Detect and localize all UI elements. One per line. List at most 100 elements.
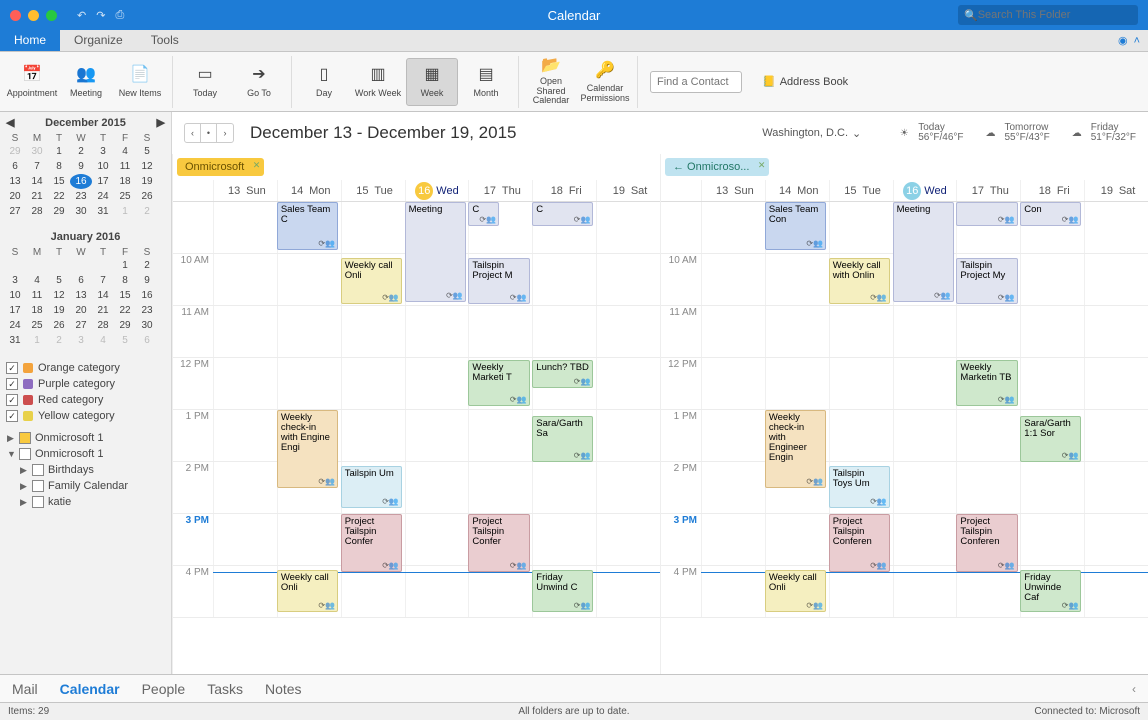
find-contact-input[interactable]: [650, 71, 742, 93]
mini-cal-day[interactable]: 21: [92, 303, 114, 318]
mini-cal-day[interactable]: 20: [70, 303, 92, 318]
window-minimize-button[interactable]: [28, 10, 39, 21]
tab-home[interactable]: Home: [0, 30, 60, 51]
day-header[interactable]: 18Fri: [1020, 180, 1084, 201]
calendar-event[interactable]: Meeting⟳👥: [405, 202, 466, 302]
mini-cal-day[interactable]: 6: [70, 273, 92, 288]
mini-cal-day[interactable]: 30: [136, 318, 158, 333]
mini-cal-day[interactable]: 6: [4, 159, 26, 174]
mini-cal-day[interactable]: 10: [92, 159, 114, 174]
module-mail[interactable]: Mail: [12, 681, 38, 697]
mini-cal-day[interactable]: 28: [92, 318, 114, 333]
mini-cal-day[interactable]: 27: [70, 318, 92, 333]
category-checkbox[interactable]: [6, 410, 18, 422]
module-notes[interactable]: Notes: [265, 681, 302, 697]
calendar-event[interactable]: Project Tailspin Conferen⟳👥: [956, 514, 1017, 572]
search-input[interactable]: [978, 9, 1132, 21]
mini-cal-day[interactable]: 1: [114, 204, 136, 219]
mini-cal-day[interactable]: 15: [114, 288, 136, 303]
mini-cal-day[interactable]: 29: [4, 144, 26, 159]
mini-cal-day[interactable]: 7: [92, 273, 114, 288]
module-people[interactable]: People: [142, 681, 186, 697]
mini-cal-day[interactable]: 1: [114, 258, 136, 273]
mini-cal-day[interactable]: 7: [26, 159, 48, 174]
mini-cal-next[interactable]: ▶: [157, 116, 165, 129]
nav-today-dot[interactable]: •: [201, 124, 217, 142]
day-header[interactable]: 13Sun: [213, 180, 277, 201]
folder-checkbox[interactable]: [19, 432, 31, 444]
calendar-event[interactable]: Project Tailspin Confer⟳👥: [341, 514, 402, 572]
calendar-event[interactable]: Sara/Garth Sa⟳👥: [532, 416, 593, 462]
window-close-button[interactable]: [10, 10, 21, 21]
mini-cal-day[interactable]: 8: [48, 159, 70, 174]
calendar-event[interactable]: Sara/Garth 1:1 Sor⟳👥: [1020, 416, 1081, 462]
day-header[interactable]: 17Thu: [956, 180, 1020, 201]
day-header[interactable]: 16Wed: [893, 180, 957, 201]
location-label[interactable]: Washington, D.C.⌄: [762, 127, 861, 140]
day-header[interactable]: 13Sun: [701, 180, 765, 201]
calendar-event[interactable]: Tailspin Um⟳👥: [341, 466, 402, 508]
mini-cal-day[interactable]: 19: [136, 174, 158, 189]
mini-cal-day[interactable]: 2: [136, 204, 158, 219]
mini-cal-day[interactable]: 25: [114, 189, 136, 204]
day-header[interactable]: 14Mon: [277, 180, 341, 201]
calendar-event[interactable]: Tailspin Project My⟳👥: [956, 258, 1017, 304]
pane-close-icon[interactable]: ✕: [758, 160, 766, 171]
folder-node[interactable]: ▶Onmicrosoft 1: [4, 430, 167, 446]
calendar-event[interactable]: Weekly call with Onlin⟳👥: [829, 258, 890, 304]
ribbon-collapse-icon[interactable]: ˄: [1134, 35, 1140, 47]
folder-child[interactable]: ▶Birthdays: [4, 462, 167, 478]
print-icon[interactable]: ⎙: [115, 9, 124, 22]
calendar-event[interactable]: Project Tailspin Conferen⟳👥: [829, 514, 890, 572]
mini-cal-day[interactable]: 4: [114, 144, 136, 159]
pane-close-icon[interactable]: ✕: [253, 160, 261, 171]
mini-cal-day[interactable]: 13: [70, 288, 92, 303]
mini-cal-day[interactable]: 18: [114, 174, 136, 189]
ribbon-new-items[interactable]: 📄New Items: [114, 58, 166, 106]
module-more[interactable]: ‹: [1132, 682, 1136, 696]
day-header[interactable]: 15Tue: [341, 180, 405, 201]
calendar-event[interactable]: Tailspin Toys Um⟳👥: [829, 466, 890, 508]
ribbon-permissions[interactable]: 🔑Calendar Permissions: [579, 58, 631, 106]
category-item[interactable]: Purple category: [6, 376, 165, 392]
category-checkbox[interactable]: [6, 362, 18, 374]
category-item[interactable]: Yellow category: [6, 408, 165, 424]
calendar-grid[interactable]: 10 AM11 AM12 PM1 PM2 PM3 PM4 PMSales Tea…: [661, 202, 1148, 674]
calendar-event[interactable]: Weekly Marketi T⟳👥: [468, 360, 529, 406]
mini-cal-day[interactable]: 12: [48, 288, 70, 303]
category-checkbox[interactable]: [6, 378, 18, 390]
calendar-event[interactable]: Weekly call Onli⟳👥: [765, 570, 826, 612]
mini-cal-day[interactable]: 5: [136, 144, 158, 159]
mini-cal-day[interactable]: 2: [48, 333, 70, 348]
mini-cal-day[interactable]: 11: [26, 288, 48, 303]
folder-checkbox[interactable]: [32, 480, 44, 492]
mini-cal-day[interactable]: 29: [114, 318, 136, 333]
mini-cal-day[interactable]: 1: [26, 333, 48, 348]
mini-cal-day[interactable]: 18: [26, 303, 48, 318]
ribbon-week[interactable]: ▦Week: [406, 58, 458, 106]
nav-next[interactable]: ›: [217, 124, 233, 142]
calendar-event[interactable]: Con⟳👥: [1020, 202, 1081, 226]
tab-organize[interactable]: Organize: [60, 30, 137, 51]
mini-cal-day[interactable]: 25: [26, 318, 48, 333]
mini-cal-day[interactable]: 9: [136, 273, 158, 288]
search-container[interactable]: 🔍: [958, 5, 1138, 25]
mini-cal-day[interactable]: 3: [92, 144, 114, 159]
calendar-event[interactable]: Friday Unwinde Caf⟳👥: [1020, 570, 1081, 612]
mini-cal-day[interactable]: 3: [4, 273, 26, 288]
mini-cal-day[interactable]: 14: [92, 288, 114, 303]
mini-cal-day[interactable]: 2: [136, 258, 158, 273]
ribbon-today[interactable]: ▭Today: [179, 58, 231, 106]
day-header[interactable]: 17Thu: [468, 180, 532, 201]
mini-cal-day[interactable]: 8: [114, 273, 136, 288]
mini-cal-day[interactable]: 29: [48, 204, 70, 219]
mini-cal-day[interactable]: 11: [114, 159, 136, 174]
calendar-event[interactable]: Tailspin Project M⟳👥: [468, 258, 529, 304]
calendar-event[interactable]: Weekly check-in with Engineer Engin⟳👥: [765, 410, 826, 488]
mini-cal-day[interactable]: 4: [92, 333, 114, 348]
mini-cal-day[interactable]: 26: [136, 189, 158, 204]
ribbon-day[interactable]: ▯Day: [298, 58, 350, 106]
mini-cal-day[interactable]: 3: [70, 333, 92, 348]
calendar-grid[interactable]: 10 AM11 AM12 PM1 PM2 PM3 PM4 PMSales Tea…: [173, 202, 660, 674]
mini-cal-day[interactable]: 23: [136, 303, 158, 318]
